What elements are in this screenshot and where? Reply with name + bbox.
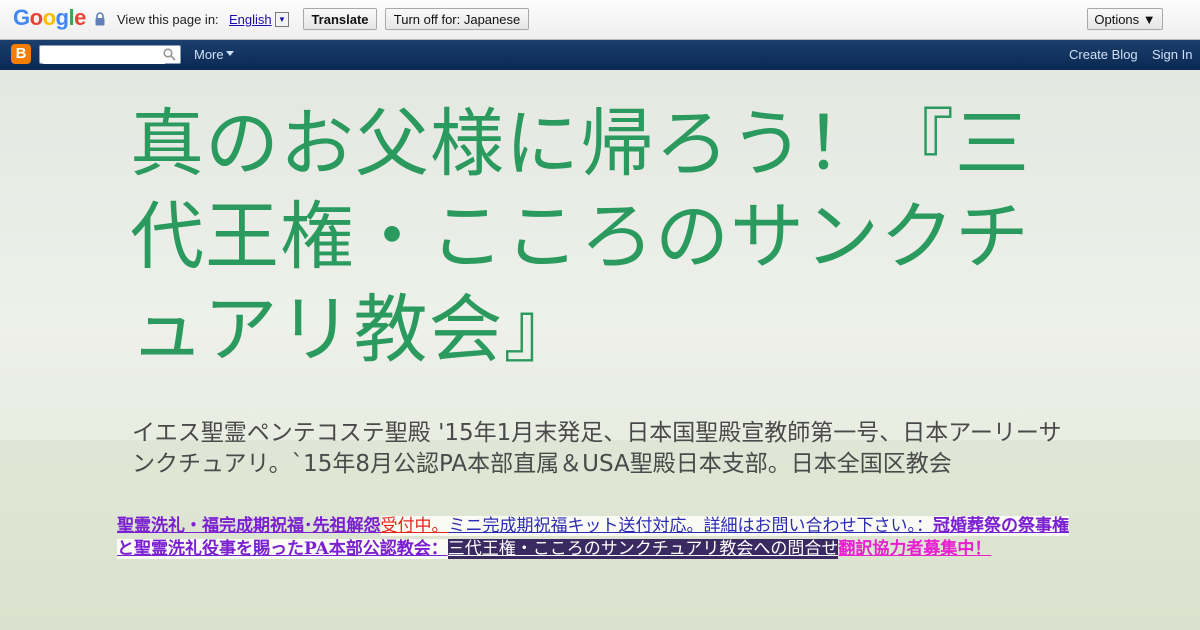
blog-description: イエス聖霊ペンテコステ聖殿 '15年1月末発足、日本国聖殿宣教師第一号、日本アー… xyxy=(132,420,1062,477)
google-logo: Google xyxy=(13,5,86,30)
more-menu[interactable]: More xyxy=(194,47,234,62)
turn-off-translation-button[interactable]: Turn off for: Japanese xyxy=(385,8,529,30)
sign-in-link[interactable]: Sign In xyxy=(1152,47,1192,62)
marquee-part-6[interactable]: 翻訳協力者募集中！ xyxy=(838,539,991,559)
blog-page: 真のお父様に帰ろう！『三代王権・こころのサンクチュアリ教会』 イエス聖霊ペンテコ… xyxy=(0,70,1200,630)
blog-title[interactable]: 真のお父様に帰ろう！『三代王権・こころのサンクチュアリ教会』 xyxy=(130,98,1070,377)
announcement-marquee[interactable]: 聖霊洗礼・福完成期祝福･先祖解怨受付中。ミニ完成期祝福キット送付対応。詳細はお問… xyxy=(117,515,1083,561)
marquee-part-3[interactable]: ミニ完成期祝福キット送付対応。詳細はお問い合わせ下さい。： xyxy=(448,516,933,536)
search-icon[interactable] xyxy=(163,48,176,61)
marquee-part-1[interactable]: 聖霊洗礼・福完成期祝福･先祖解怨 xyxy=(117,516,381,536)
target-language-link[interactable]: English xyxy=(229,12,272,27)
chevron-down-icon[interactable]: ▼ xyxy=(275,12,289,27)
search-input[interactable] xyxy=(43,47,165,64)
caret-down-icon xyxy=(225,51,234,56)
navbar-search xyxy=(39,45,181,64)
blogger-logo-icon[interactable]: B xyxy=(11,44,31,64)
options-button[interactable]: Options ▼ xyxy=(1087,8,1163,30)
lock-icon xyxy=(95,12,105,26)
blogger-navbar: B More Create Blog Sign In xyxy=(0,40,1200,70)
marquee-part-2[interactable]: 受付中。 xyxy=(380,516,449,536)
marquee-part-5[interactable]: 三代王権・こころのサンクチュアリ教会への問合せ xyxy=(447,539,839,559)
more-label: More xyxy=(194,47,224,62)
create-blog-link[interactable]: Create Blog xyxy=(1069,47,1138,62)
google-translate-bar: Google View this page in: English ▼ Tran… xyxy=(0,0,1200,40)
translate-button[interactable]: Translate xyxy=(303,8,377,30)
translate-prompt: View this page in: xyxy=(117,12,219,27)
